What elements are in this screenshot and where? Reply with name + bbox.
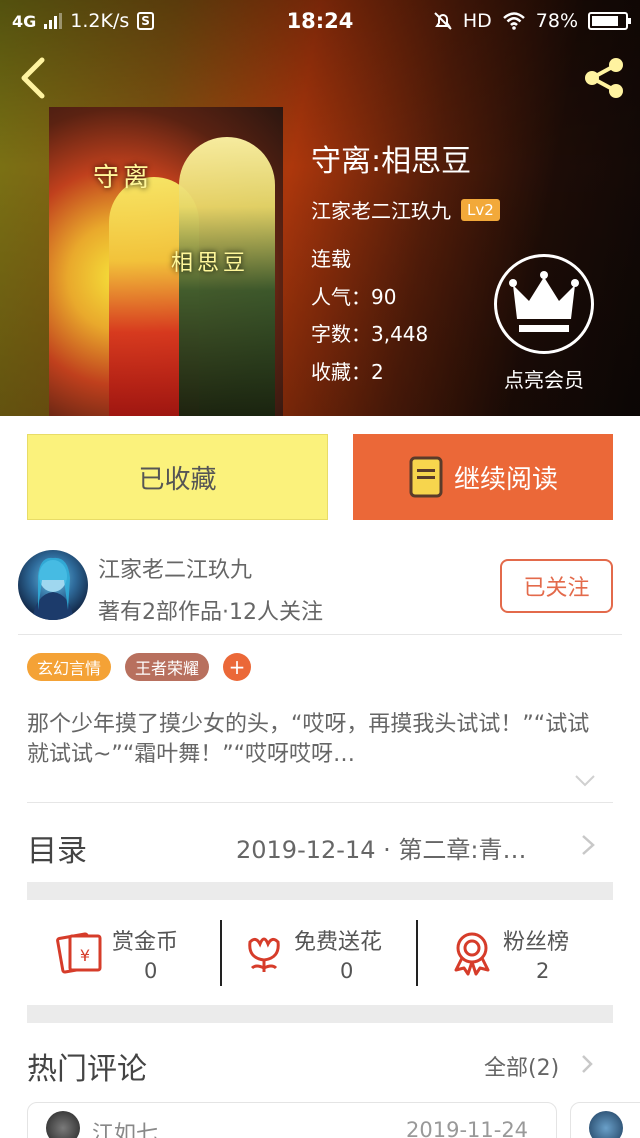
hot-comments-title: 热门评论 — [27, 1052, 147, 1087]
flower-icon[interactable] — [240, 928, 288, 976]
section-separator — [27, 882, 613, 900]
word-count: 字数：3,448 — [311, 322, 429, 346]
toc-title[interactable]: 目录 — [27, 826, 87, 870]
battery-percent: 78% — [535, 10, 578, 32]
book-description[interactable]: 那个少年摸了摸少女的头，“哎呀，再摸我头试试！”“试试就试试~”“霜叶舞！”“哎… — [27, 710, 607, 770]
add-tag-button[interactable]: + — [223, 653, 251, 681]
follow-button[interactable]: 已关注 — [500, 559, 613, 613]
commenter-avatar[interactable] — [589, 1111, 623, 1138]
free-flower-label[interactable]: 免费送花 — [294, 924, 382, 956]
free-flower-count: 0 — [340, 959, 354, 983]
popularity: 人气：90 — [311, 285, 397, 309]
continue-reading-label: 继续阅读 — [453, 464, 558, 495]
action-divider — [416, 920, 418, 986]
svg-text:¥: ¥ — [80, 946, 90, 965]
favorited-label: 已收藏 — [138, 464, 217, 495]
chevron-right-icon[interactable] — [580, 833, 596, 857]
section-separator — [27, 1005, 613, 1023]
wifi-icon — [502, 12, 525, 30]
fan-ranking-count: 2 — [536, 959, 550, 983]
hd-label: HD — [462, 10, 492, 32]
reward-coin-label[interactable]: 赏金币 — [112, 924, 178, 956]
status-bar: 4G 1.2K/s S 18:24 HD 78% — [0, 0, 640, 42]
serial-status: 连载 — [311, 247, 351, 271]
avatar-figure — [32, 557, 74, 620]
comment-card[interactable]: 江如七 2019-11-24 — [27, 1102, 557, 1138]
back-arrow-icon[interactable] — [16, 56, 52, 100]
divider — [18, 634, 622, 635]
continue-reading-button[interactable]: 继续阅读 — [353, 434, 613, 520]
battery-icon — [588, 12, 631, 30]
member-button[interactable] — [494, 254, 594, 354]
tag-honor-of-kings[interactable]: 王者荣耀 — [125, 653, 210, 681]
fan-ranking-label[interactable]: 粉丝榜 — [503, 924, 569, 956]
reward-coin-count: 0 — [144, 959, 158, 983]
favorites-count: 收藏：2 — [311, 360, 384, 384]
comment-date: 2019-11-24 — [406, 1118, 529, 1138]
red-envelope-icon[interactable]: ¥ — [56, 928, 104, 976]
author-name[interactable]: 江家老二江玖九 — [311, 195, 451, 224]
author-avatar[interactable] — [18, 550, 88, 620]
commenter-avatar[interactable] — [46, 1111, 80, 1138]
favorited-button[interactable]: 已收藏 — [27, 434, 328, 520]
expand-chevron-icon[interactable] — [574, 774, 596, 788]
cover-text-bottom: 相思豆 — [171, 251, 250, 276]
book-icon — [409, 456, 443, 498]
cover-text-top: 守离 — [93, 163, 154, 193]
author-row: 江家老二江玖九 Lv2 — [311, 195, 500, 224]
book-title: 守离:相思豆 — [311, 144, 472, 179]
author-card-stats: 著有2部作品·12人关注 — [98, 600, 323, 625]
book-header: 4G 1.2K/s S 18:24 HD 78% 守离 相思豆 守离:相思豆 江… — [0, 0, 640, 416]
action-divider — [220, 920, 222, 986]
chevron-right-icon[interactable] — [580, 1053, 594, 1075]
level-badge: Lv2 — [461, 198, 500, 221]
medal-icon[interactable] — [448, 928, 496, 976]
commenter-name[interactable]: 江如七 — [92, 1116, 158, 1138]
divider — [27, 802, 613, 803]
share-icon[interactable] — [580, 54, 628, 102]
mute-bell-icon — [434, 12, 452, 30]
comment-card[interactable] — [570, 1102, 640, 1138]
follow-label: 已关注 — [523, 576, 590, 601]
toc-latest-chapter[interactable]: 2019-12-14 · 第二章:青… — [236, 830, 526, 865]
all-comments-link[interactable]: 全部(2) — [484, 1050, 559, 1082]
tag-fantasy-romance[interactable]: 玄幻言情 — [27, 653, 112, 681]
member-label: 点亮会员 — [504, 368, 584, 392]
author-card-name[interactable]: 江家老二江玖九 — [98, 552, 252, 584]
crown-icon — [509, 271, 579, 332]
book-cover[interactable]: 守离 相思豆 — [49, 107, 283, 416]
